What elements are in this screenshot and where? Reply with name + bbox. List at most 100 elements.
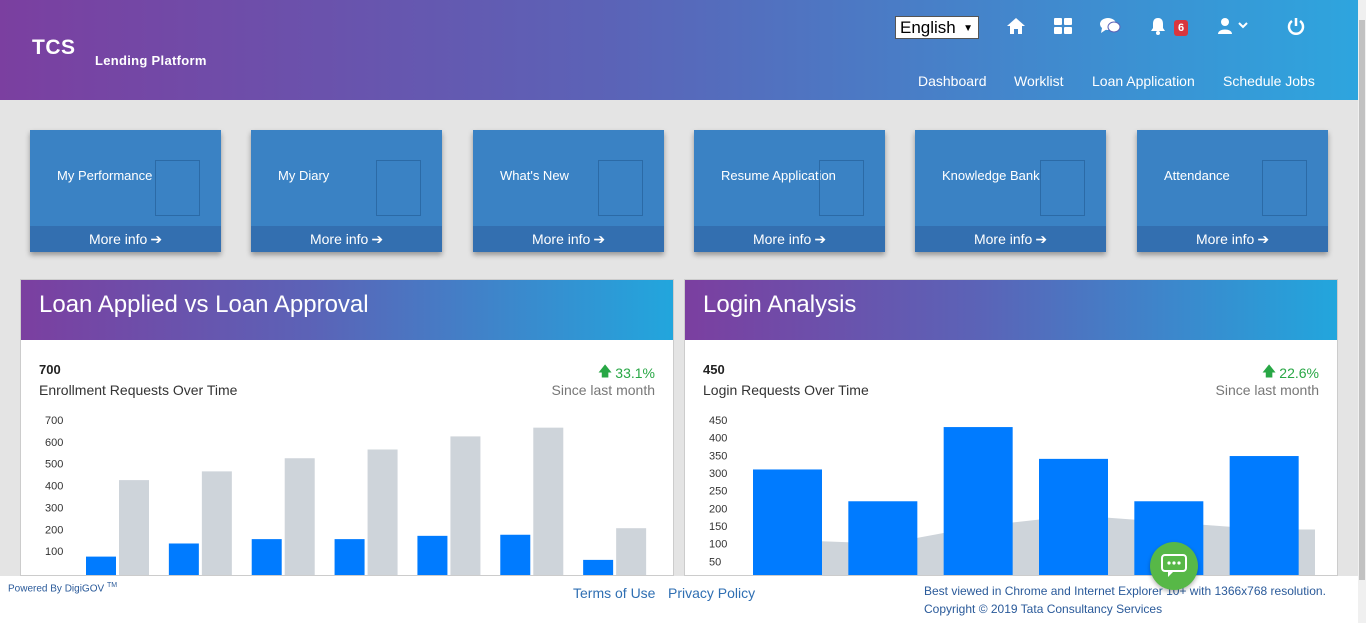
tile-title: My Diary <box>278 168 330 183</box>
stat-since: Since last month <box>551 382 656 398</box>
stat-label: Login Requests Over Time <box>703 382 869 398</box>
area-series <box>756 515 1315 575</box>
bar <box>583 559 614 575</box>
bar <box>168 543 199 575</box>
tile-title: My Performance <box>57 168 153 183</box>
best-viewed-note: Best viewed in Chrome and Internet Explo… <box>924 584 1326 598</box>
home-icon[interactable] <box>1004 14 1028 38</box>
more-info-link[interactable]: More info ➔ <box>251 226 442 252</box>
bell-icon[interactable] <box>1146 14 1170 38</box>
bar <box>500 534 531 575</box>
bar <box>616 528 647 575</box>
tile-whats-new[interactable]: What's New More info ➔ <box>473 130 664 252</box>
user-icon <box>1218 18 1248 34</box>
notification-badge[interactable]: 6 <box>1174 20 1189 36</box>
y-tick-label: 200 <box>709 503 727 515</box>
y-tick-label: 700 <box>45 415 63 427</box>
arrow-right-icon: ➔ <box>1035 230 1048 247</box>
y-tick-label: 300 <box>709 468 727 480</box>
y-tick-label: 200 <box>45 524 63 536</box>
panel-title: Login Analysis <box>685 280 1337 340</box>
tile-knowledge-bank[interactable]: Knowledge Bank More info ➔ <box>915 130 1106 252</box>
loan-bar-chart: 100 200 300 400 500 600 700 <box>45 415 647 575</box>
power-icon[interactable] <box>1284 14 1308 38</box>
bar <box>86 556 116 575</box>
caret-down-icon: ▼ <box>963 23 973 34</box>
arrow-right-icon: ➔ <box>371 230 384 247</box>
language-value: English <box>900 18 956 37</box>
chat-icon[interactable] <box>1098 14 1122 38</box>
tile-icon-placeholder <box>155 160 200 216</box>
bar <box>119 480 149 575</box>
stat-value: 700 <box>39 362 61 377</box>
bar <box>848 501 918 575</box>
bar <box>334 539 365 575</box>
more-info-link[interactable]: More info ➔ <box>915 226 1106 252</box>
nav-dashboard[interactable]: Dashboard <box>918 73 987 89</box>
stat-label: Enrollment Requests Over Time <box>39 382 238 398</box>
copyright: Copyright © 2019 Tata Consultancy Servic… <box>924 602 1163 616</box>
bar <box>1229 456 1299 575</box>
tile-title: What's New <box>500 168 569 183</box>
y-tick-label: 600 <box>45 437 63 449</box>
bar <box>284 458 315 575</box>
y-tick-label: 400 <box>709 433 727 445</box>
tile-title: Knowledge Bank <box>942 168 1040 183</box>
panel-title: Loan Applied vs Loan Approval <box>21 280 673 340</box>
nav-schedule-jobs[interactable]: Schedule Jobs <box>1223 73 1315 89</box>
stat-since: Since last month <box>1215 382 1320 398</box>
arrow-right-icon: ➔ <box>150 230 163 247</box>
app-header: TCS Lending Platform English ▼ 6 Dashboa… <box>0 0 1358 100</box>
loan-chart-panel: Loan Applied vs Loan Approval 700 Enroll… <box>20 279 674 576</box>
y-tick-label: 100 <box>709 539 727 551</box>
page-scrollbar[interactable] <box>1358 0 1366 623</box>
powered-by: Powered By DigiGOV TM <box>8 582 118 595</box>
scrollbar-thumb[interactable] <box>1359 20 1365 580</box>
bar <box>367 449 398 575</box>
y-tick-label: 400 <box>45 481 63 493</box>
y-tick-label: 150 <box>709 521 727 533</box>
more-info-link[interactable]: More info ➔ <box>473 226 664 252</box>
bar <box>1039 458 1108 575</box>
y-tick-label: 250 <box>709 486 727 498</box>
login-bar-chart: 50 100 150 200 250 300 350 400 450 <box>709 415 1315 575</box>
y-tick-label: 300 <box>45 502 63 514</box>
stat-value: 450 <box>703 362 725 377</box>
y-tick-label: 100 <box>45 546 63 558</box>
more-info-link[interactable]: More info ➔ <box>694 226 885 252</box>
nav-worklist[interactable]: Worklist <box>1014 73 1064 89</box>
privacy-link[interactable]: Privacy Policy <box>668 585 755 601</box>
tile-icon-placeholder <box>819 160 864 216</box>
tile-my-performance[interactable]: My Performance More info ➔ <box>30 130 221 252</box>
bar <box>533 427 564 575</box>
dashboard-grid-icon[interactable] <box>1051 14 1075 38</box>
bar <box>943 427 1013 575</box>
y-tick-label: 50 <box>709 556 721 568</box>
arrow-right-icon: ➔ <box>1257 230 1270 247</box>
y-tick-label: 350 <box>709 450 727 462</box>
brand-subtitle: Lending Platform <box>95 53 207 68</box>
tile-my-diary[interactable]: My Diary More info ➔ <box>251 130 442 252</box>
tile-icon-placeholder <box>1040 160 1085 216</box>
brand-logo[interactable]: TCS <box>32 36 76 60</box>
tile-attendance[interactable]: Attendance More info ➔ <box>1137 130 1328 252</box>
terms-link[interactable]: Terms of Use <box>573 585 655 601</box>
tile-icon-placeholder <box>376 160 421 216</box>
y-tick-label: 500 <box>45 459 63 471</box>
login-chart-panel: Login Analysis 450 Login Requests Over T… <box>684 279 1338 576</box>
tile-resume-application[interactable]: Resume Application More info ➔ <box>694 130 885 252</box>
language-select[interactable]: English ▼ <box>895 16 979 39</box>
tile-title: Attendance <box>1164 168 1230 183</box>
chat-widget-button[interactable] <box>1150 542 1198 590</box>
bar <box>753 469 822 575</box>
user-menu[interactable] <box>1214 14 1254 38</box>
bar <box>417 535 448 575</box>
nav-loan-application[interactable]: Loan Application <box>1092 73 1195 89</box>
tile-icon-placeholder <box>598 160 643 216</box>
more-info-link[interactable]: More info ➔ <box>1137 226 1328 252</box>
arrow-right-icon: ➔ <box>814 230 827 247</box>
chat-bubble-icon <box>1161 554 1187 577</box>
bar <box>251 539 282 575</box>
footer: Powered By DigiGOV TM Terms of Use Priva… <box>0 576 1358 623</box>
more-info-link[interactable]: More info ➔ <box>30 226 221 252</box>
